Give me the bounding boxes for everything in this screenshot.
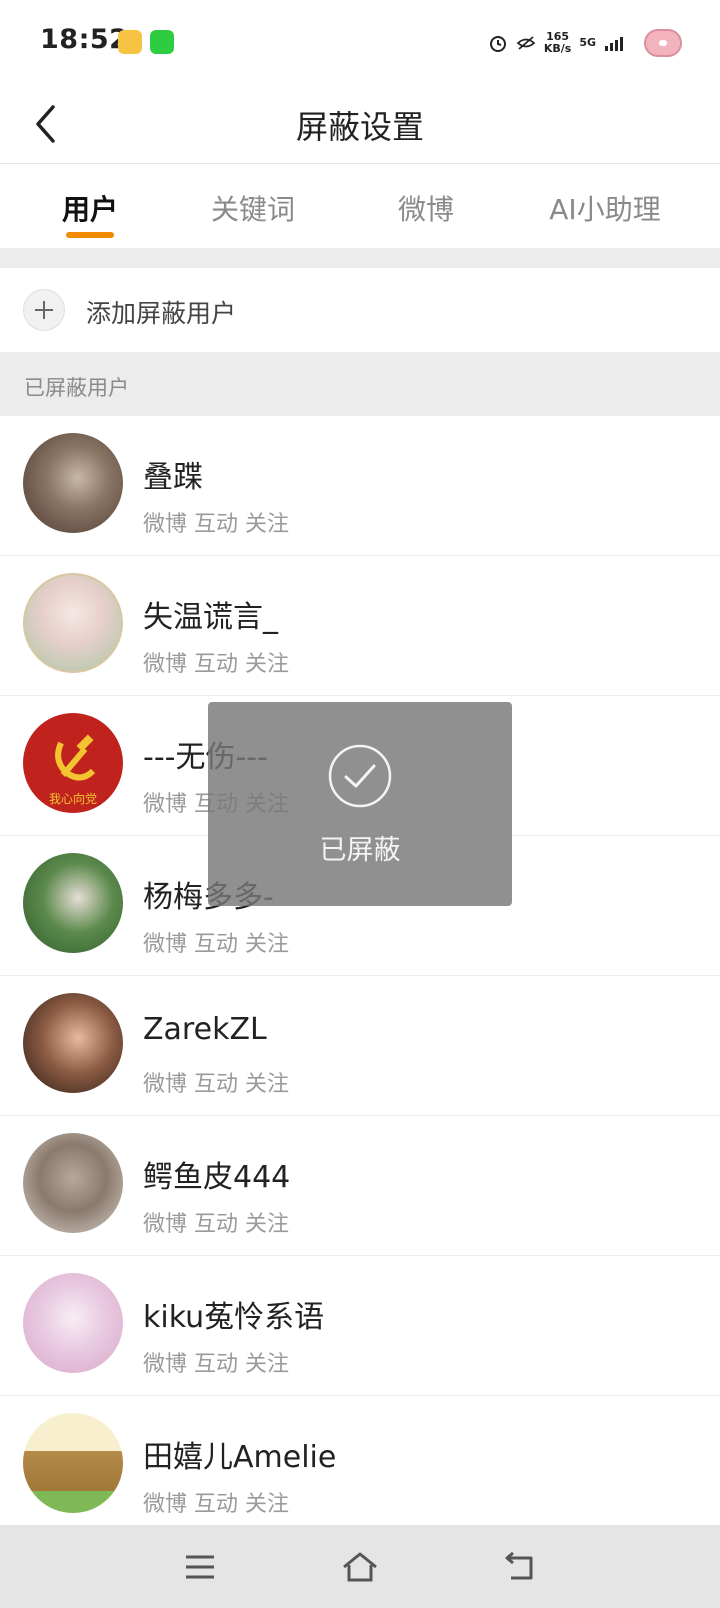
signal-icon bbox=[605, 37, 623, 51]
avatar[interactable] bbox=[23, 853, 123, 953]
net-speed-unit: KB/s bbox=[543, 42, 572, 55]
home-icon bbox=[343, 1552, 377, 1582]
network-label: 5G bbox=[579, 36, 596, 49]
status-icons: 165 KB/s 5G bbox=[488, 26, 682, 60]
network-type: 5G bbox=[579, 37, 596, 49]
avatar[interactable] bbox=[23, 1133, 123, 1233]
tab-users[interactable]: 用户 bbox=[5, 188, 175, 228]
user-name: ZarekZL bbox=[143, 1012, 267, 1047]
alarm-icon bbox=[489, 36, 506, 52]
avatar-slogan: 我心向党 bbox=[49, 791, 97, 806]
page-title: 屏蔽设置 bbox=[295, 108, 424, 146]
block-scope: 微博 互动 关注 bbox=[143, 652, 289, 677]
eye-off-icon bbox=[516, 36, 536, 50]
app-header: 屏蔽设置 bbox=[0, 84, 720, 164]
home-button[interactable] bbox=[336, 1543, 384, 1591]
list-item[interactable]: 鳄鱼皮444 微博 互动 关注 bbox=[0, 1116, 720, 1256]
net-speed: 165 KB/s bbox=[544, 31, 571, 55]
block-scope: 微博 互动 关注 bbox=[143, 1492, 289, 1517]
add-blocked-user-label: 添加屏蔽用户 bbox=[86, 299, 237, 328]
check-circle-icon bbox=[328, 744, 392, 808]
user-name: 田嬉儿Amelie bbox=[143, 1440, 337, 1475]
list-item[interactable]: 叠蹀 微博 互动 关注 bbox=[0, 416, 720, 556]
block-scope: 微博 互动 关注 bbox=[143, 1072, 289, 1097]
back-arrow-icon bbox=[505, 1552, 533, 1580]
tab-bar: 用户 关键词 微博 AI小助理 bbox=[0, 164, 720, 248]
avatar[interactable]: 我心向党 bbox=[23, 713, 123, 813]
donut-icon bbox=[644, 29, 682, 57]
section-label: 已屏蔽用户 bbox=[24, 376, 129, 400]
list-item[interactable]: ZarekZL 微博 互动 关注 bbox=[0, 976, 720, 1116]
tab-keywords[interactable]: 关键词 bbox=[168, 188, 338, 228]
tab-weibo[interactable]: 微博 bbox=[341, 188, 511, 228]
avatar[interactable] bbox=[23, 1413, 123, 1513]
block-scope: 微博 互动 关注 bbox=[143, 1212, 289, 1237]
tab-ai-assistant[interactable]: AI小助理 bbox=[520, 188, 690, 228]
block-scope: 微博 互动 关注 bbox=[143, 932, 289, 957]
block-scope: 微博 互动 关注 bbox=[143, 1352, 289, 1377]
status-bar: 18:52 165 KB/s 5G bbox=[0, 0, 720, 84]
menu-button[interactable] bbox=[176, 1543, 224, 1591]
divider bbox=[0, 248, 720, 268]
plus-icon bbox=[23, 289, 65, 331]
user-name: 鳄鱼皮444 bbox=[143, 1160, 291, 1195]
active-tab-indicator bbox=[66, 232, 114, 238]
list-item[interactable]: 田嬉儿Amelie 微博 互动 关注 bbox=[0, 1396, 720, 1536]
avatar[interactable] bbox=[23, 433, 123, 533]
status-time: 18:52 bbox=[40, 24, 129, 55]
avatar[interactable] bbox=[23, 1273, 123, 1373]
list-item[interactable]: 失温谎言_ 微博 互动 关注 bbox=[0, 556, 720, 696]
user-name: kiku菟怜系语 bbox=[143, 1300, 325, 1335]
blocked-user-list: 叠蹀 微博 互动 关注 失温谎言_ 微博 互动 关注 我心向党 ---无伤---… bbox=[0, 416, 720, 1536]
system-nav-bar bbox=[0, 1525, 720, 1608]
blocked-users-section-header: 已屏蔽用户 bbox=[0, 352, 720, 416]
back-nav-button[interactable] bbox=[496, 1543, 544, 1591]
user-name: 叠蹀 bbox=[143, 460, 203, 495]
list-item[interactable]: kiku菟怜系语 微博 互动 关注 bbox=[0, 1256, 720, 1396]
hammer-sickle-icon: 我心向党 bbox=[49, 734, 97, 806]
blocked-toast: 已屏蔽 bbox=[208, 702, 512, 906]
menu-icon bbox=[186, 1555, 214, 1579]
avatar[interactable] bbox=[23, 993, 123, 1093]
block-scope: 微博 互动 关注 bbox=[143, 512, 289, 537]
toast-message: 已屏蔽 bbox=[319, 835, 401, 866]
user-name: 失温谎言_ bbox=[143, 600, 278, 635]
wechat-icon bbox=[150, 30, 174, 54]
add-blocked-user-button[interactable]: 添加屏蔽用户 bbox=[0, 268, 720, 352]
avatar[interactable] bbox=[23, 573, 123, 673]
weibo-app-icon bbox=[118, 30, 142, 54]
